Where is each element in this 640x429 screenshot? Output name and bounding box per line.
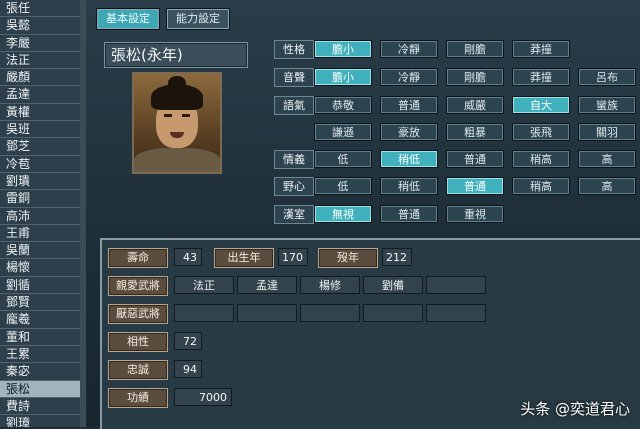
trait-option[interactable]: 莽撞 bbox=[512, 68, 570, 86]
officer-list-item[interactable]: 李嚴 bbox=[0, 34, 80, 52]
officer-list[interactable]: 張任 吳懿 李嚴 法正 嚴顏 孟達 黃權 吳班 鄧芝 冷苞 劉璝 雷銅 高沛 王甫 吳蘭 楊懷 劉循 鄧賢 龐羲 董和… bbox=[0, 0, 82, 427]
lifespan-label: 壽命 bbox=[108, 248, 168, 268]
trait-option[interactable]: 稍高 bbox=[512, 177, 570, 195]
trait-option[interactable]: 高 bbox=[578, 177, 636, 195]
trait-option[interactable]: 膽小 bbox=[314, 68, 372, 86]
officer-list-item[interactable]: 嚴顏 bbox=[0, 69, 80, 87]
officer-list-item[interactable]: 王累 bbox=[0, 345, 80, 364]
favored-officer-slot[interactable]: 孟達 bbox=[237, 276, 297, 294]
tab-ability-settings[interactable]: 能力設定 bbox=[166, 8, 230, 30]
officer-list-item[interactable]: 楊懷 bbox=[0, 259, 80, 277]
officer-list-item[interactable]: 費詩 bbox=[0, 397, 80, 416]
hated-officer-slot[interactable] bbox=[426, 304, 486, 322]
trait-option[interactable]: 稍低 bbox=[380, 150, 438, 168]
trait-option[interactable]: 豪放 bbox=[380, 123, 438, 141]
trait-option[interactable]: 粗暴 bbox=[446, 123, 504, 141]
death-year-value[interactable]: 212 bbox=[382, 248, 412, 266]
trait-option[interactable]: 普通 bbox=[446, 177, 504, 195]
trait-option[interactable]: 恭敬 bbox=[314, 96, 372, 114]
trait-option[interactable]: 膽小 bbox=[314, 40, 372, 58]
favored-officers-label: 親愛武將 bbox=[108, 276, 168, 296]
trait-label: 性格 bbox=[274, 40, 314, 59]
officer-list-item[interactable]: 吳懿 bbox=[0, 17, 80, 35]
officer-list-item[interactable]: 劉璝 bbox=[0, 172, 80, 191]
hated-officer-slot[interactable] bbox=[363, 304, 423, 322]
officer-list-item[interactable]: 王甫 bbox=[0, 224, 80, 243]
trait-option[interactable]: 稍高 bbox=[512, 150, 570, 168]
loyalty-value[interactable]: 94 bbox=[174, 360, 202, 378]
trait-option[interactable]: 高 bbox=[578, 150, 636, 168]
trait-option[interactable]: 普通 bbox=[380, 96, 438, 114]
tab-basic-settings[interactable]: 基本設定 bbox=[96, 8, 160, 30]
trait-option[interactable]: 呂布 bbox=[578, 68, 636, 86]
officer-list-item[interactable]: 董和 bbox=[0, 328, 80, 346]
trait-label: 音聲 bbox=[274, 68, 314, 87]
trait-option[interactable]: 低 bbox=[314, 150, 372, 168]
loyalty-label: 忠誠 bbox=[108, 360, 168, 380]
officer-list-item[interactable]: 高沛 bbox=[0, 207, 80, 225]
officer-list-item[interactable]: 吳班 bbox=[0, 121, 80, 139]
lifespan-value[interactable]: 43 bbox=[174, 248, 202, 266]
officer-list-item[interactable]: 孟達 bbox=[0, 86, 80, 104]
trait-option[interactable]: 威嚴 bbox=[446, 96, 504, 114]
watermark: 头条 @奕道君心 bbox=[520, 400, 630, 418]
trait-option[interactable]: 普通 bbox=[446, 150, 504, 168]
favored-officer-slot[interactable]: 劉備 bbox=[363, 276, 423, 294]
officer-portrait bbox=[132, 72, 222, 174]
trait-option[interactable]: 稍低 bbox=[380, 177, 438, 195]
trait-option[interactable]: 無視 bbox=[314, 205, 372, 223]
trait-label: 語氣 bbox=[274, 96, 314, 115]
death-year-label: 歿年 bbox=[318, 248, 378, 268]
merit-value[interactable]: 7000 bbox=[174, 388, 232, 406]
officer-list-item[interactable]: 鄧賢 bbox=[0, 294, 80, 312]
trait-option[interactable]: 自大 bbox=[512, 96, 570, 114]
trait-option[interactable]: 謙遜 bbox=[314, 123, 372, 141]
trait-option[interactable]: 張飛 bbox=[512, 123, 570, 141]
officer-list-item[interactable]: 雷銅 bbox=[0, 190, 80, 208]
game-window: 張任 吳懿 李嚴 法正 嚴顏 孟達 黃權 吳班 鄧芝 冷苞 劉璝 雷銅 高沛 王甫 吳蘭 楊懷 劉循 鄧賢 龐羲 董和… bbox=[0, 0, 640, 429]
favored-officer-slot[interactable] bbox=[426, 276, 486, 294]
officer-list-scrollbar[interactable] bbox=[80, 0, 86, 427]
trait-option[interactable]: 關羽 bbox=[578, 123, 636, 141]
hated-officer-slot[interactable] bbox=[174, 304, 234, 322]
compatibility-value[interactable]: 72 bbox=[174, 332, 202, 350]
compatibility-label: 相性 bbox=[108, 332, 168, 352]
birth-year-value[interactable]: 170 bbox=[278, 248, 308, 266]
favored-officer-slot[interactable]: 法正 bbox=[174, 276, 234, 294]
officer-list-item[interactable]: 劉循 bbox=[0, 276, 80, 295]
trait-option[interactable]: 蠻族 bbox=[578, 96, 636, 114]
trait-option[interactable]: 普通 bbox=[380, 205, 438, 223]
officer-name: 張松(永年) bbox=[111, 46, 183, 64]
trait-label: 野心 bbox=[274, 177, 314, 196]
main-panel: 基本設定 能力設定 張松(永年) 性格 膽小 冷靜 剛膽 莽撞 音聲 膽小 冷靜 剛膽 莽撞 呂布語… bbox=[88, 0, 640, 429]
officer-name-box: 張松(永年) bbox=[104, 42, 248, 68]
trait-option[interactable]: 剛膽 bbox=[446, 68, 504, 86]
hated-officer-slot[interactable] bbox=[237, 304, 297, 322]
officer-list-item[interactable]: 秦宓 bbox=[0, 363, 80, 381]
officer-list-item[interactable]: 鄧芝 bbox=[0, 138, 80, 156]
officer-list-item[interactable]: 張松 bbox=[0, 380, 80, 398]
officer-list-item[interactable]: 冷苞 bbox=[0, 155, 80, 173]
trait-option[interactable]: 冷靜 bbox=[380, 40, 438, 58]
trait-option[interactable]: 冷靜 bbox=[380, 68, 438, 86]
trait-option[interactable]: 重視 bbox=[446, 205, 504, 223]
officer-list-item[interactable]: 張任 bbox=[0, 0, 80, 18]
officer-list-item[interactable]: 法正 bbox=[0, 51, 80, 70]
favored-officer-slot[interactable]: 楊修 bbox=[300, 276, 360, 294]
officer-list-item[interactable]: 吳蘭 bbox=[0, 242, 80, 260]
birth-year-label: 出生年 bbox=[214, 248, 274, 268]
trait-label: 情義 bbox=[274, 150, 314, 169]
merit-label: 功績 bbox=[108, 388, 168, 408]
hated-officers-label: 厭惡武將 bbox=[108, 304, 168, 324]
officer-list-item[interactable]: 黃權 bbox=[0, 103, 80, 122]
trait-label: 漢室 bbox=[274, 205, 314, 224]
hated-officer-slot[interactable] bbox=[300, 304, 360, 322]
trait-option[interactable]: 剛膽 bbox=[446, 40, 504, 58]
officer-list-item[interactable]: 劉璋 bbox=[0, 415, 80, 427]
trait-option[interactable]: 低 bbox=[314, 177, 372, 195]
officer-list-item[interactable]: 龐羲 bbox=[0, 311, 80, 329]
trait-option[interactable]: 莽撞 bbox=[512, 40, 570, 58]
